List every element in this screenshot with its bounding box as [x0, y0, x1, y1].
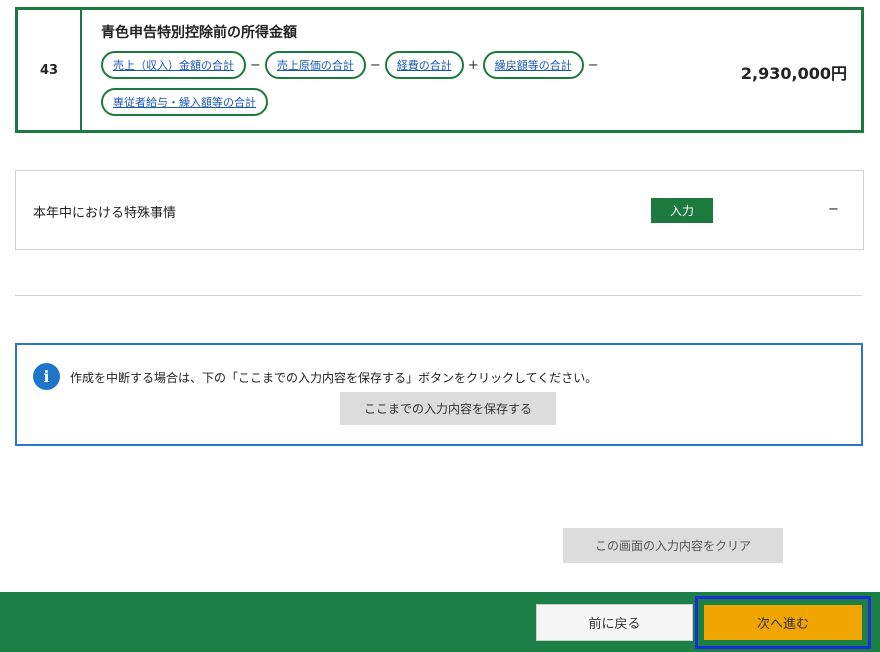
minus-operator: −: [587, 57, 599, 73]
save-progress-button[interactable]: ここまでの入力内容を保存する: [340, 392, 556, 425]
row-title: 青色申告特別控除前の所得金額: [101, 25, 297, 41]
info-box: i 作成を中断する場合は、下の「ここまでの入力内容を保存する」ボタンをクリックし…: [15, 343, 863, 446]
divider: [15, 295, 862, 296]
link-dedicated-salary-total[interactable]: 専従者給与・繰入額等の合計: [101, 88, 268, 116]
row-body: 青色申告特別控除前の所得金額 売上（収入）金額の合計 − 売上原価の合計 − 経…: [82, 10, 861, 130]
next-button[interactable]: 次へ進む: [704, 605, 862, 640]
income-amount: 2,930,000円: [740, 64, 847, 83]
link-expenses-total[interactable]: 経費の合計: [384, 51, 464, 79]
plus-operator: +: [467, 57, 479, 73]
income-row-43: 43 青色申告特別控除前の所得金額 売上（収入）金額の合計 − 売上原価の合計 …: [15, 7, 864, 133]
formula: 売上（収入）金額の合計 − 売上原価の合計 − 経費の合計 + 繰戻額等の合計 …: [101, 51, 621, 116]
special-value: −: [828, 202, 839, 217]
clear-screen-button[interactable]: この画面の入力内容をクリア: [563, 528, 783, 563]
back-button[interactable]: 前に戻る: [536, 604, 693, 641]
footer-bar: 前に戻る 次へ進む: [0, 592, 880, 652]
row-number: 43: [18, 10, 82, 130]
minus-operator: −: [250, 57, 261, 73]
special-circumstances-row: 本年中における特殊事情 入力 −: [15, 170, 864, 250]
special-input-button[interactable]: 入力: [651, 198, 713, 223]
info-message: 作成を中断する場合は、下の「ここまでの入力内容を保存する」ボタンをクリックしてく…: [70, 371, 598, 385]
link-reversal-total[interactable]: 繰戻額等の合計: [482, 51, 584, 79]
link-cost-of-sales-total[interactable]: 売上原価の合計: [264, 51, 366, 79]
next-button-highlight: 次へ進む: [695, 596, 871, 649]
link-sales-total[interactable]: 売上（収入）金額の合計: [101, 51, 246, 79]
minus-operator: −: [369, 57, 381, 73]
special-circumstances-label: 本年中における特殊事情: [33, 206, 177, 221]
info-icon: i: [33, 363, 60, 390]
